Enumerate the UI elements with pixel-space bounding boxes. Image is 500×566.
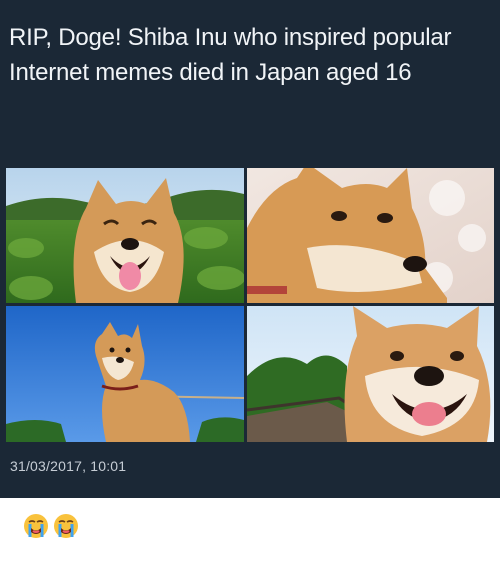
photo-grid bbox=[6, 168, 494, 442]
shiba-field-image bbox=[6, 168, 244, 303]
loudly-crying-face-icon bbox=[23, 513, 49, 539]
post-timestamp: 31/03/2017, 10:01 bbox=[10, 458, 127, 474]
reaction-emojis bbox=[23, 513, 79, 539]
loudly-crying-face-icon bbox=[53, 513, 79, 539]
shiba-side-eye-image bbox=[247, 168, 494, 303]
shiba-closeup-image bbox=[247, 306, 494, 442]
photo-shiba-closeup[interactable] bbox=[247, 306, 494, 442]
tweet-screenshot: RIP, Doge! Shiba Inu who inspired popula… bbox=[0, 0, 500, 498]
photo-shiba-leash[interactable] bbox=[6, 306, 244, 442]
shiba-leash-image bbox=[6, 306, 244, 442]
photo-shiba-side-eye[interactable] bbox=[247, 168, 494, 303]
post-text: RIP, Doge! Shiba Inu who inspired popula… bbox=[9, 24, 452, 86]
photo-shiba-field[interactable] bbox=[6, 168, 244, 303]
